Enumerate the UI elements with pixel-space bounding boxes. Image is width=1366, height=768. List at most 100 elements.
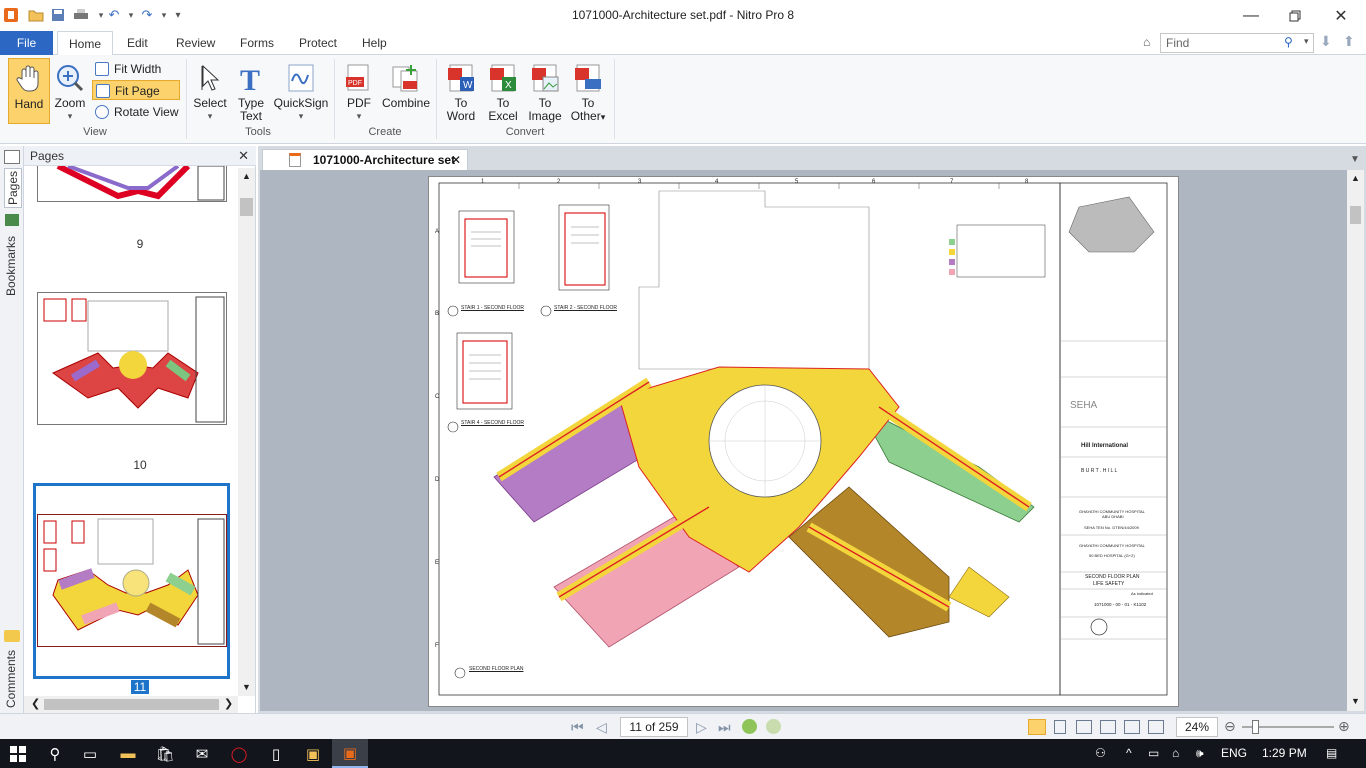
close-tab-icon[interactable]: ✕: [451, 153, 461, 167]
page-number-input[interactable]: 11 of 259: [620, 717, 688, 737]
grid-column-label: 3: [638, 179, 642, 185]
pages-panel-title: Pages: [30, 149, 65, 163]
zoom-slider-thumb[interactable]: [1252, 720, 1259, 734]
find-dropdown-icon[interactable]: ▾: [1304, 36, 1309, 47]
pages-panel-icon[interactable]: [4, 150, 20, 164]
zoom-button[interactable]: Zoom ▾: [53, 58, 87, 123]
scroll-thumb[interactable]: [1350, 206, 1361, 224]
page-thumbnail-10[interactable]: [37, 292, 227, 425]
continuous-facing-view-icon[interactable]: [1100, 720, 1116, 734]
clock[interactable]: 1:29 PM: [1262, 746, 1307, 760]
volume-icon[interactable]: 🕪: [1196, 746, 1204, 761]
type-text-button[interactable]: T Type Text: [233, 58, 269, 123]
document-app-icon[interactable]: ▯: [258, 739, 294, 768]
language-indicator[interactable]: ENG: [1221, 746, 1247, 760]
tab-help[interactable]: Help: [351, 31, 398, 55]
tab-forms[interactable]: Forms: [229, 31, 285, 55]
other-format-icon: [573, 63, 603, 93]
to-image-button[interactable]: To Image: [525, 58, 565, 123]
zoom-level-input[interactable]: 24%: [1176, 717, 1218, 737]
first-page-icon[interactable]: ⏮: [571, 719, 584, 736]
bookmarks-rail-tab[interactable]: Bookmarks: [4, 232, 18, 296]
close-window-button[interactable]: ✕: [1318, 0, 1364, 31]
continuous-view-icon[interactable]: [1054, 720, 1066, 734]
page-thumbnail-11[interactable]: [37, 514, 227, 647]
facing-view-icon[interactable]: [1076, 720, 1092, 734]
svg-text:T: T: [240, 64, 260, 93]
fit-width-button[interactable]: Fit Width: [92, 59, 180, 79]
scroll-thumb[interactable]: [44, 699, 219, 710]
people-icon[interactable]: ⚇: [1095, 746, 1106, 760]
to-other-button[interactable]: To Other▾: [566, 58, 610, 124]
minimize-button[interactable]: —: [1228, 0, 1274, 31]
nitro-pro-taskbar-icon[interactable]: ▣: [332, 739, 368, 768]
tab-home[interactable]: Home: [57, 31, 114, 56]
document-tab[interactable]: 1071000-Architecture set ✕: [262, 149, 468, 170]
tab-review[interactable]: Review: [165, 31, 226, 55]
notifications-icon[interactable]: ▤: [1326, 746, 1337, 760]
scroll-thumb[interactable]: [240, 198, 253, 216]
page-viewer[interactable]: 1 2 3 4 5 6 7 8 A B C D E F STAIR 1 - SE…: [260, 170, 1364, 711]
quicksign-button[interactable]: QuickSign ▾: [273, 58, 329, 123]
scroll-up-icon[interactable]: ▲: [242, 171, 251, 181]
scroll-down-icon[interactable]: ▼: [242, 682, 251, 692]
scroll-left-icon[interactable]: ❮: [31, 697, 40, 710]
select-tool-button[interactable]: Select ▾: [191, 58, 229, 123]
file-menu[interactable]: File: [0, 31, 53, 55]
comments-rail-tab[interactable]: Comments: [4, 648, 18, 708]
close-panel-icon[interactable]: ✕: [238, 148, 249, 164]
combine-label: Combine: [381, 96, 431, 110]
to-word-button[interactable]: W To Word: [441, 58, 481, 123]
single-page-view-icon[interactable]: [1028, 719, 1046, 735]
create-pdf-button[interactable]: PDF PDF ▾: [340, 58, 378, 123]
next-page-icon[interactable]: ▷: [696, 719, 707, 736]
pages-panel-header: Pages ✕: [24, 146, 256, 166]
tab-list-dropdown-icon[interactable]: ▼: [1350, 154, 1360, 165]
scroll-up-icon[interactable]: ▲: [1351, 173, 1360, 183]
fit-width-view-icon[interactable]: [1124, 720, 1140, 734]
combine-button[interactable]: Combine: [381, 58, 431, 110]
start-button[interactable]: [0, 739, 36, 768]
search-icon[interactable]: ⚲: [37, 739, 73, 768]
hill-logo: Hill International: [1081, 443, 1129, 449]
burt-hill-logo: B U R T . H I L L: [1081, 468, 1118, 474]
find-next-icon[interactable]: ⬇: [1320, 33, 1332, 50]
show-hidden-icons[interactable]: ^: [1126, 746, 1132, 760]
store-icon[interactable]: 🛍: [147, 739, 183, 768]
bookmarks-icon[interactable]: [5, 214, 19, 226]
to-excel-button[interactable]: X To Excel: [483, 58, 523, 123]
search-icon[interactable]: ⚲: [1284, 35, 1293, 49]
pinned-app-icon[interactable]: ▣: [295, 739, 331, 768]
file-explorer-icon[interactable]: ▬: [110, 739, 146, 768]
mail-icon[interactable]: ✉: [184, 739, 220, 768]
task-view-icon[interactable]: ▭: [72, 739, 108, 768]
zoom-out-icon[interactable]: ⊖: [1224, 718, 1236, 735]
next-view-icon[interactable]: [766, 719, 781, 734]
viewer-vertical-scrollbar[interactable]: ▲ ▼: [1347, 170, 1364, 711]
page-thumbnail-9[interactable]: [37, 166, 227, 202]
fit-page-button[interactable]: Fit Page: [92, 80, 180, 100]
opera-icon[interactable]: ◯: [221, 739, 257, 768]
scroll-down-icon[interactable]: ▼: [1351, 696, 1360, 706]
zoom-in-icon[interactable]: ⊕: [1338, 718, 1350, 735]
battery-icon[interactable]: ▭: [1148, 746, 1159, 760]
comments-icon[interactable]: [4, 630, 20, 642]
pages-vertical-scrollbar[interactable]: ▲ ▼: [238, 168, 255, 696]
fit-page-view-icon[interactable]: [1148, 720, 1164, 734]
rotate-view-button[interactable]: Rotate View: [92, 102, 180, 122]
ribbon-collapse-icon[interactable]: ⌂: [1143, 35, 1150, 49]
window-title: 1071000-Architecture set.pdf - Nitro Pro…: [571, 8, 795, 22]
previous-view-icon[interactable]: [742, 719, 757, 734]
select-dropdown-icon: ▾: [207, 111, 213, 121]
pages-rail-tab[interactable]: Pages: [4, 168, 22, 208]
restore-button[interactable]: [1272, 0, 1318, 31]
hand-tool-button[interactable]: Hand: [8, 58, 50, 124]
tab-protect[interactable]: Protect: [288, 31, 348, 55]
find-previous-icon[interactable]: ⬆: [1343, 33, 1355, 50]
scroll-right-icon[interactable]: ❯: [224, 697, 233, 710]
pages-horizontal-scrollbar[interactable]: ❮ ❯: [24, 696, 238, 713]
last-page-icon[interactable]: ⏭: [718, 719, 731, 736]
network-icon[interactable]: ⌂: [1172, 746, 1179, 760]
tab-edit[interactable]: Edit: [116, 31, 159, 55]
previous-page-icon[interactable]: ◁: [596, 719, 607, 736]
